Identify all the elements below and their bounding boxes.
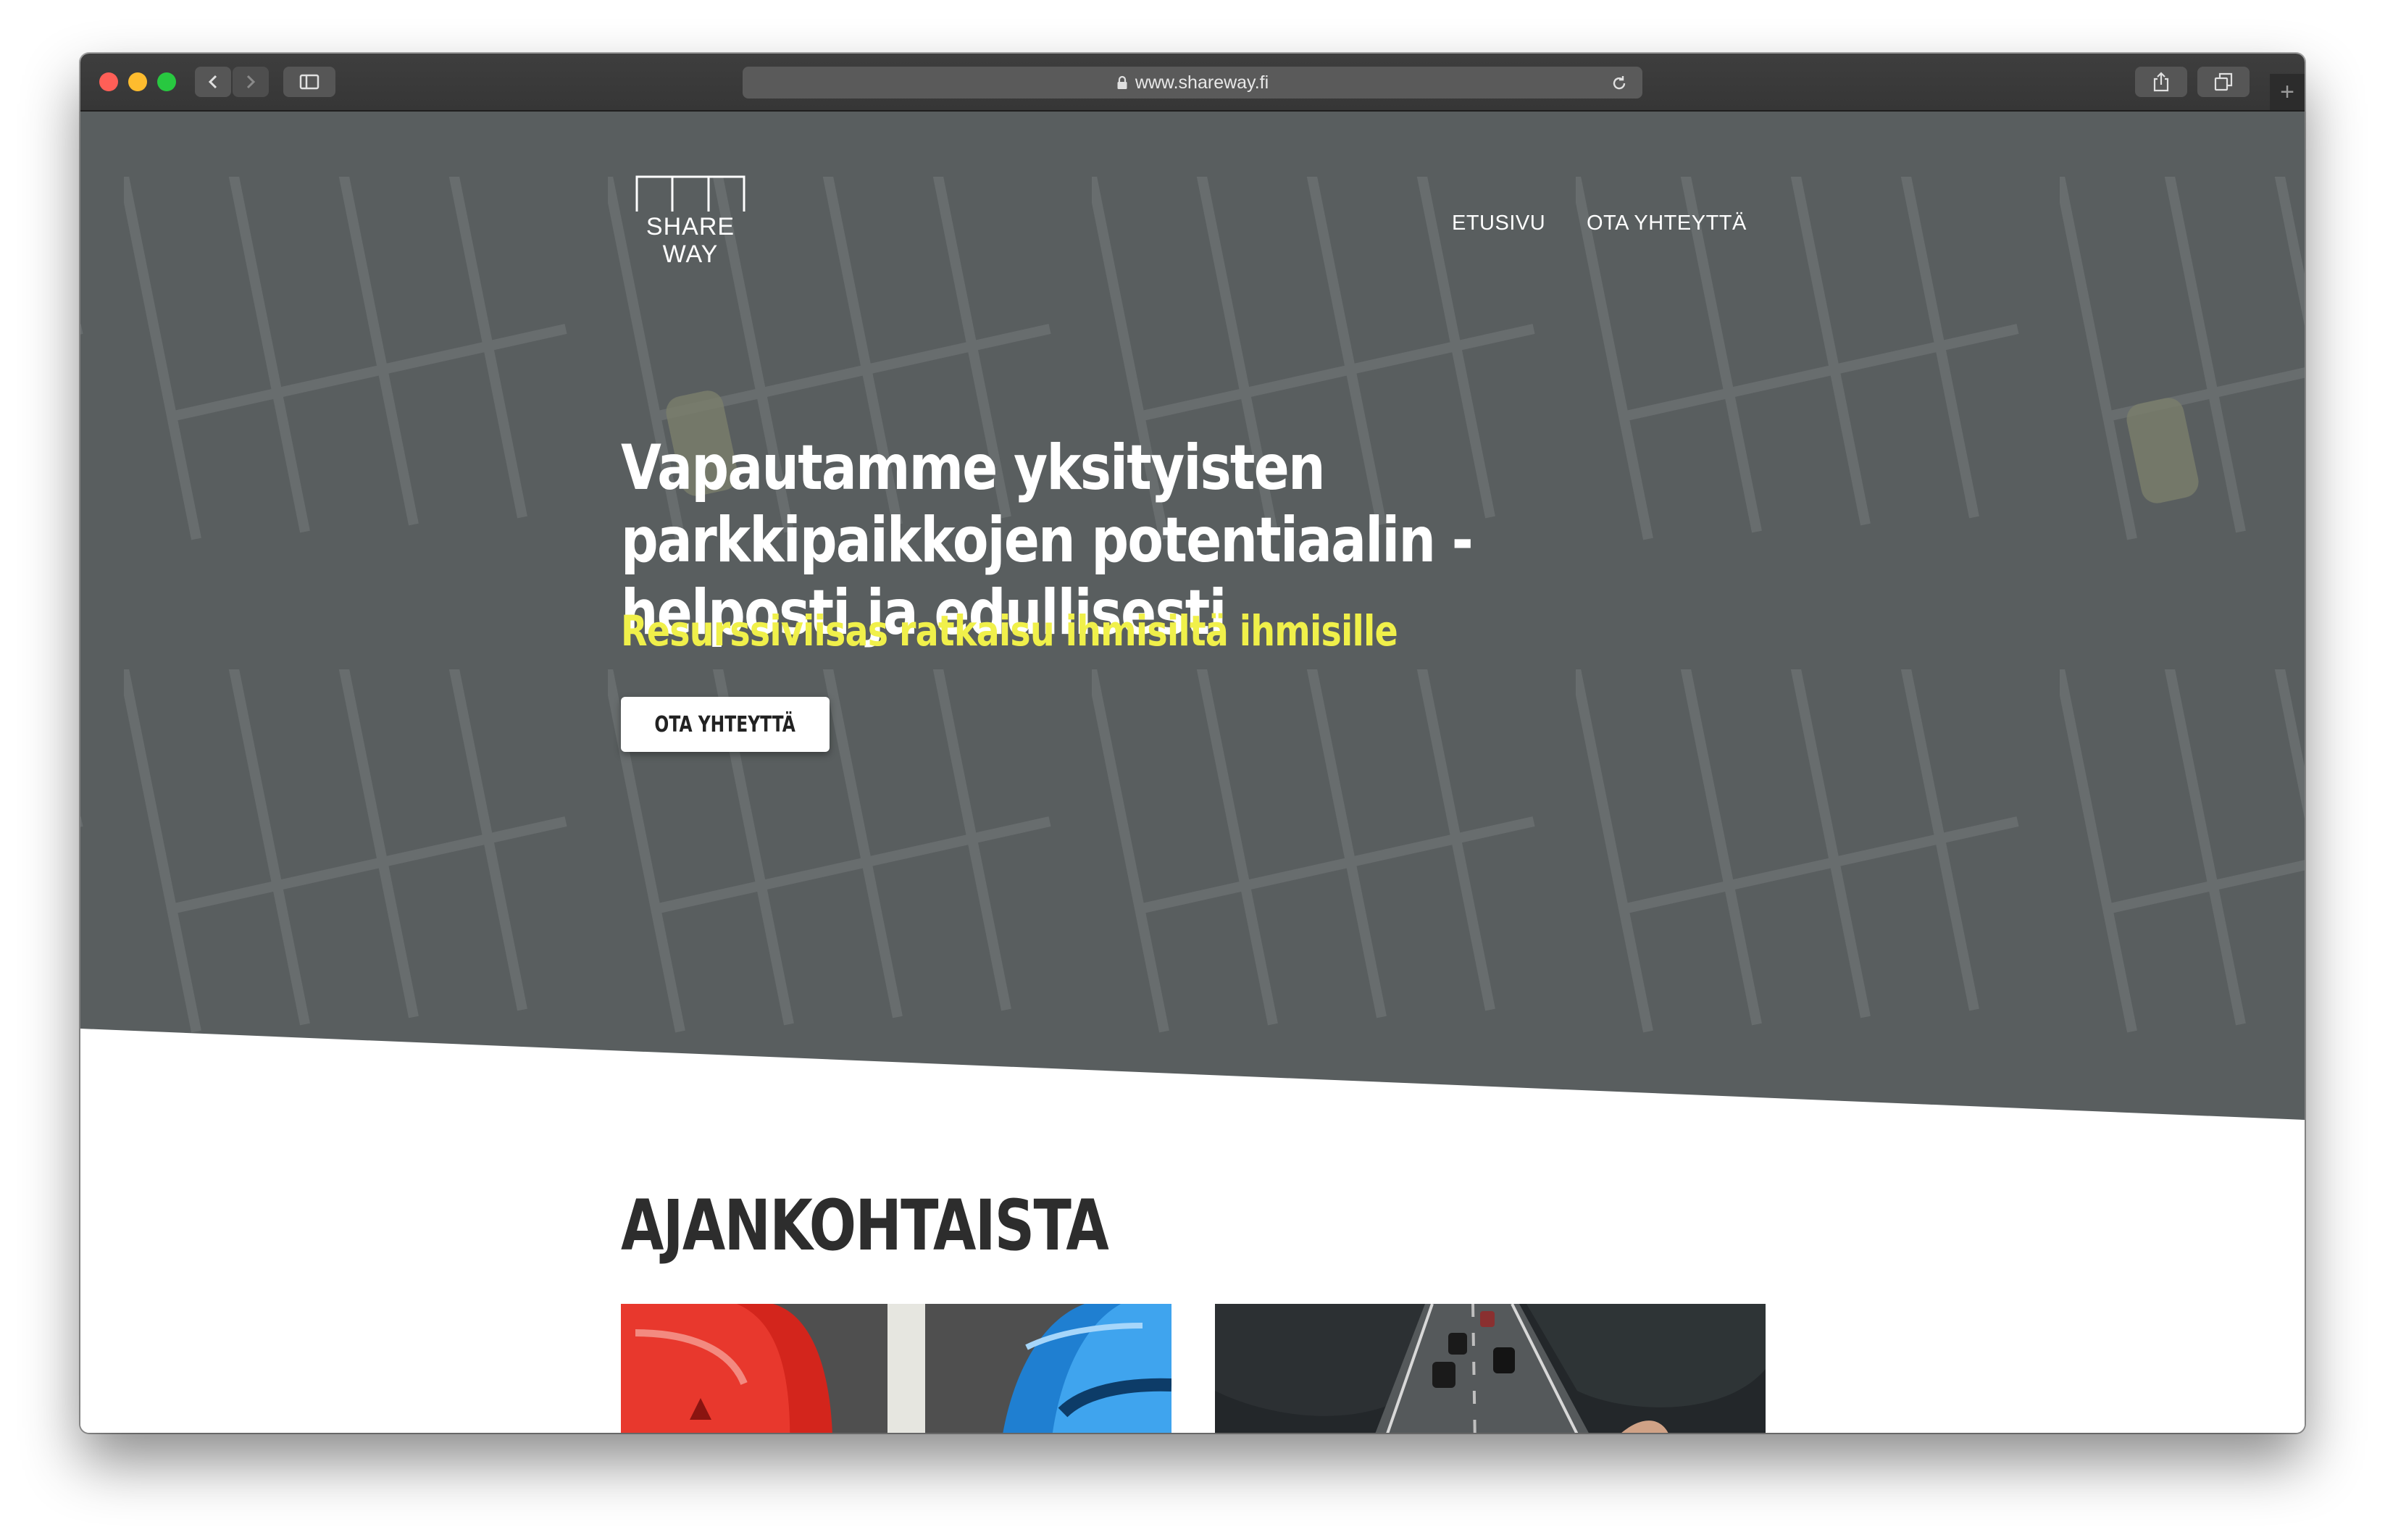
sidebar-button[interactable] xyxy=(283,67,335,97)
shareway-logo[interactable]: SHARE WAY xyxy=(632,175,748,268)
address-bar[interactable]: www.shareway.fi xyxy=(743,67,1642,99)
news-section-title: AJANKOHTAISTA xyxy=(621,1185,1109,1266)
plus-icon: + xyxy=(2280,78,2294,106)
new-tab-button[interactable]: + xyxy=(2270,74,2305,110)
news-card-2[interactable] xyxy=(1215,1304,1766,1433)
contact-button[interactable]: OTA YHTEYTTÄ xyxy=(621,697,830,752)
minimize-window-button[interactable] xyxy=(128,72,147,91)
show-tabs-button[interactable] xyxy=(2197,67,2250,97)
nav-link-ota-yhteytta[interactable]: OTA YHTEYTTÄ xyxy=(1587,212,1747,235)
parking-grid-logo-mark xyxy=(635,175,745,212)
reload-icon[interactable] xyxy=(1611,75,1628,92)
web-page: SHARE WAY ETUSIVU OTA YHTEYTTÄ Vapautamm… xyxy=(80,112,2305,1433)
lock-icon xyxy=(1117,75,1127,89)
chevron-right-icon xyxy=(246,75,256,89)
hero-subtitle: Resurssiviisas ratkaisu ihmisiltä ihmisi… xyxy=(621,606,1398,656)
logo-text-line-1: SHARE xyxy=(646,213,735,240)
chevron-left-icon xyxy=(208,75,217,89)
contact-button-label: OTA YHTEYTTÄ xyxy=(654,711,796,737)
url-text: www.shareway.fi xyxy=(1135,72,1269,93)
sidebar-icon xyxy=(299,74,319,90)
highway-in-hands-image xyxy=(1215,1304,1766,1433)
close-window-button[interactable] xyxy=(99,72,118,91)
maximize-window-button[interactable] xyxy=(157,72,176,91)
forward-button[interactable] xyxy=(233,67,269,97)
share-button[interactable] xyxy=(2135,67,2187,97)
browser-toolbar: www.shareway.fi + xyxy=(80,54,2305,112)
parked-cars-image xyxy=(621,1304,1171,1433)
browser-window: www.shareway.fi + SHARE WAY ETUSIVU OTA … xyxy=(80,54,2305,1433)
news-card-1[interactable] xyxy=(621,1304,1171,1433)
tabs-icon xyxy=(2214,72,2233,91)
back-button[interactable] xyxy=(195,67,231,97)
nav-link-etusivu[interactable]: ETUSIVU xyxy=(1452,212,1545,235)
logo-text-line-2: WAY xyxy=(662,240,719,268)
share-icon xyxy=(2153,72,2169,92)
